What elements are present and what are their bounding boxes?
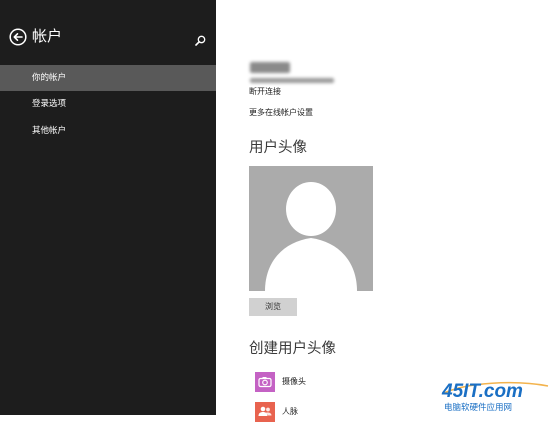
sidebar-item-your-account[interactable]: 你的帐户 <box>0 65 216 91</box>
avatar <box>249 166 373 291</box>
create-avatar-heading: 创建用户头像 <box>249 341 336 357</box>
default-user-silhouette-icon <box>265 182 357 291</box>
sidebar-item-label: 登录选项 <box>32 99 67 109</box>
blurred-account-name <box>250 62 290 73</box>
site-watermark: 45IT.com 电脑软硬件应用网 <box>436 372 552 414</box>
sidebar-item-other-accounts[interactable]: 其他帐户 <box>0 118 216 144</box>
sidebar-item-label: 你的帐户 <box>32 73 67 83</box>
sidebar: 帐户 你的帐户 登录选项 其他帐户 <box>0 0 216 415</box>
page-title: 帐户 <box>32 27 63 45</box>
blurred-account-email <box>250 78 334 83</box>
camera-app-item[interactable]: 摄像头 <box>255 372 405 394</box>
search-icon[interactable] <box>195 31 206 46</box>
camera-app-label: 摄像头 <box>282 377 306 386</box>
people-app-item[interactable]: 人脉 <box>255 402 405 424</box>
people-icon <box>255 402 275 422</box>
watermark-tagline: 电脑软硬件应用网 <box>444 402 512 413</box>
people-app-label: 人脉 <box>282 407 298 416</box>
more-online-account-settings-link[interactable]: 更多在线帐户设置 <box>249 107 313 119</box>
camera-icon <box>255 372 275 392</box>
browse-button[interactable]: 浏览 <box>249 298 297 316</box>
sidebar-item-sign-in-options[interactable]: 登录选项 <box>0 91 216 117</box>
disconnect-link[interactable]: 断开连接 <box>249 86 281 98</box>
sidebar-item-label: 其他帐户 <box>32 126 67 136</box>
back-arrow-circle-icon[interactable] <box>9 28 27 46</box>
avatar-heading: 用户头像 <box>249 140 307 156</box>
watermark-logo: 45IT.com <box>441 381 523 402</box>
